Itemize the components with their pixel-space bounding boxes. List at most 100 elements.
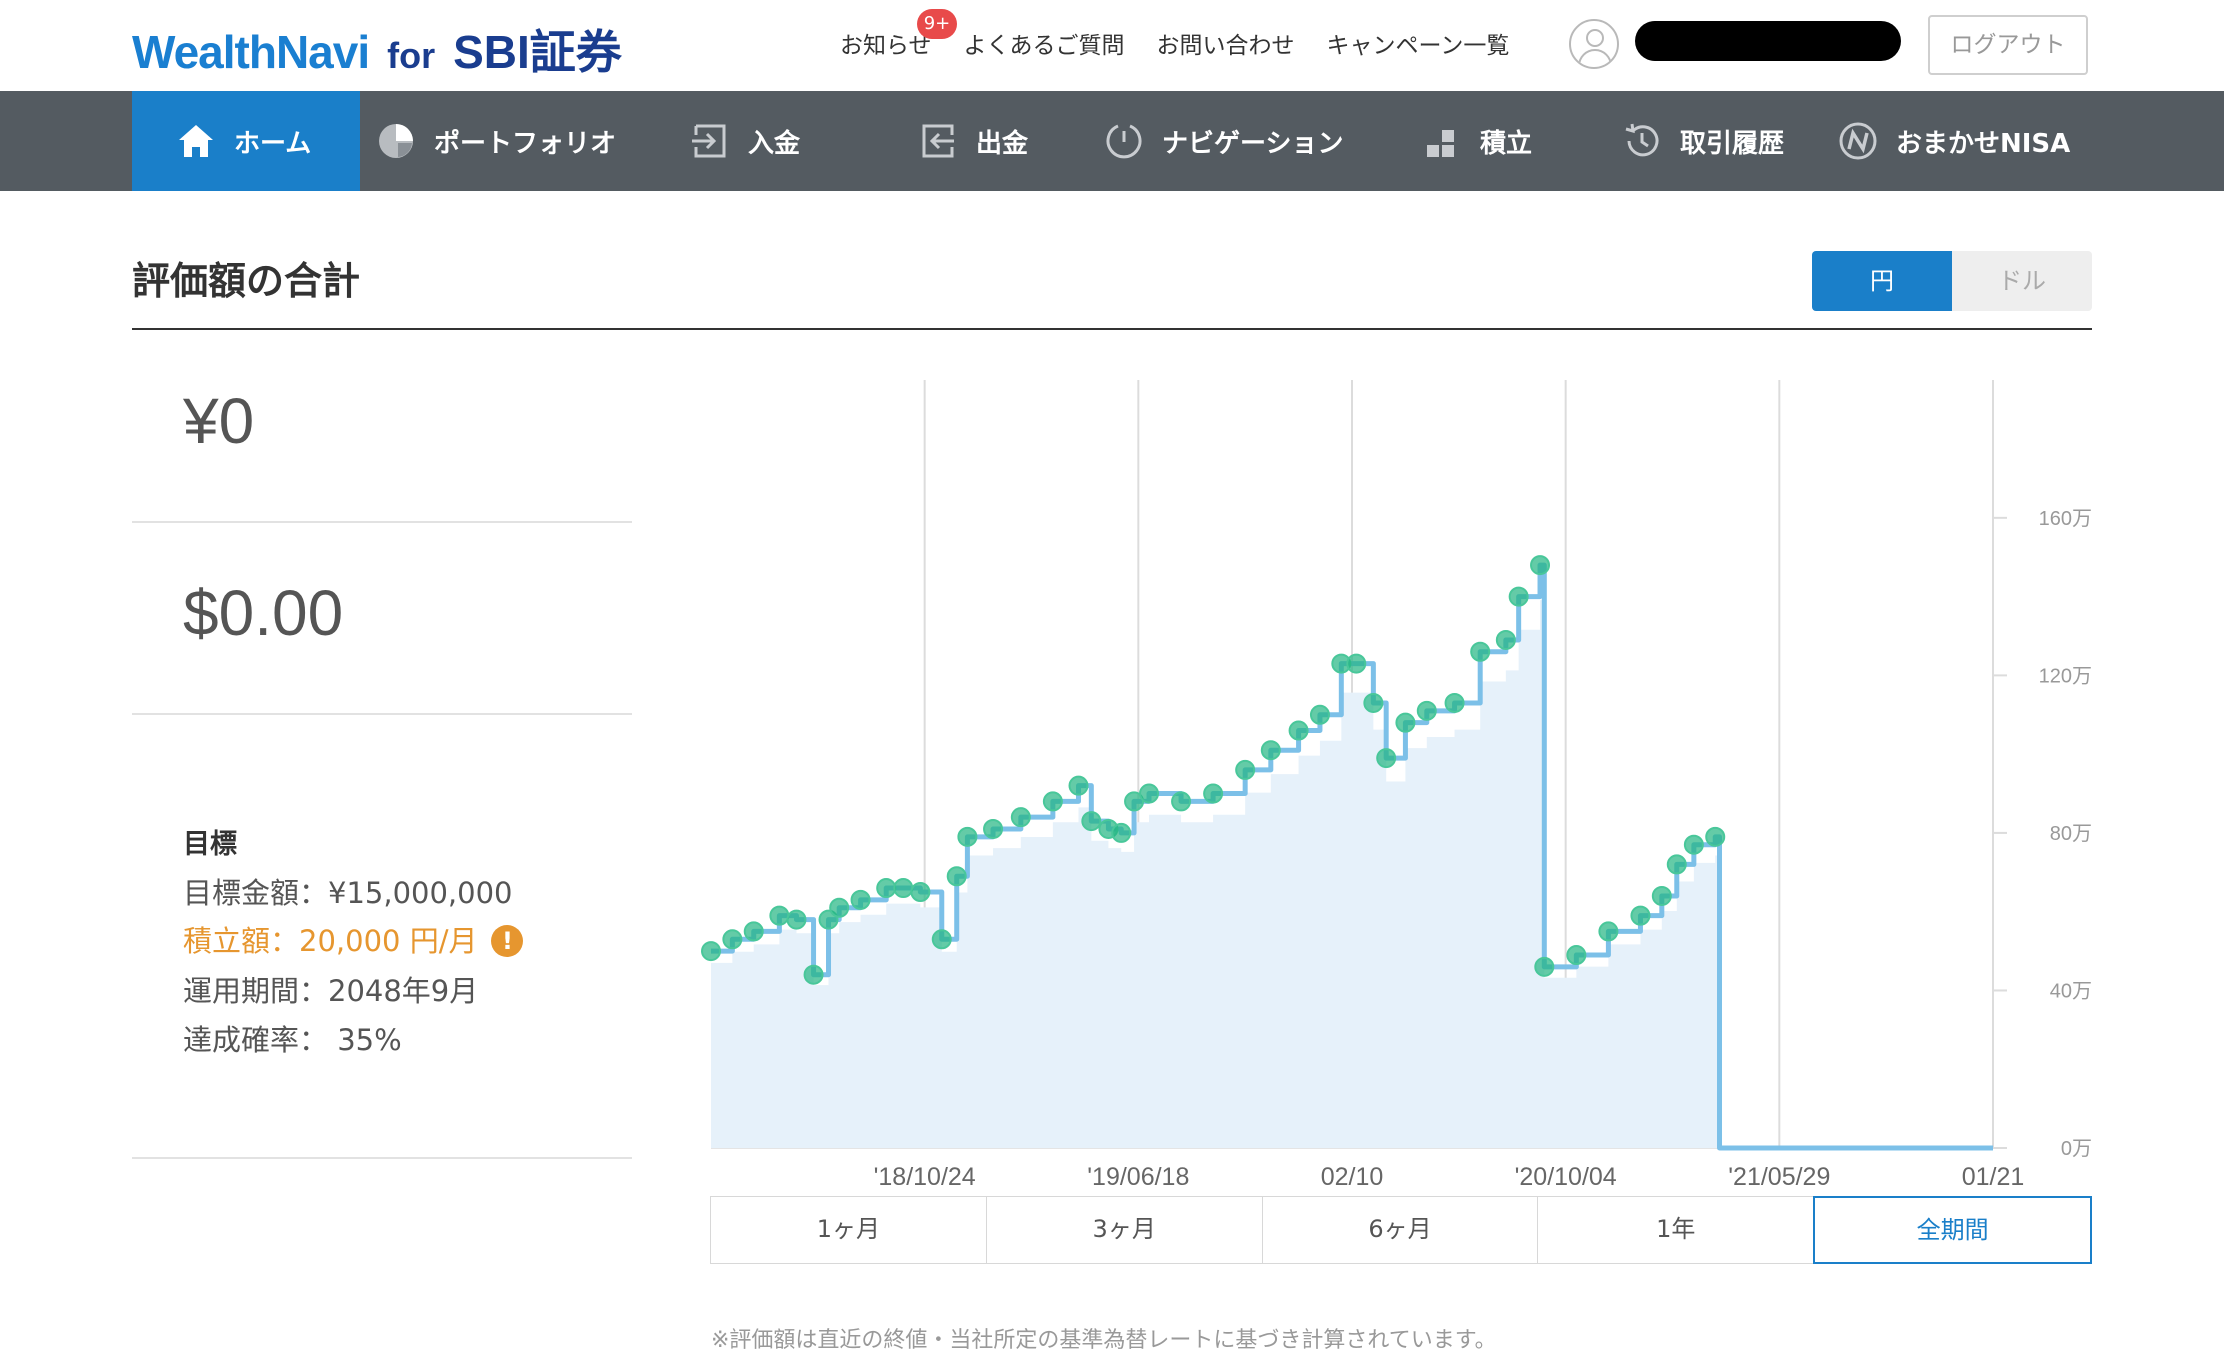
nav-label-history: 取引履歴	[1680, 128, 1785, 159]
data-point-marker	[1666, 854, 1687, 875]
pie-chart-icon	[376, 121, 416, 161]
nav-item-nisa[interactable]: おまかせNISA	[1838, 91, 2070, 191]
data-point-marker	[1566, 945, 1587, 966]
nav-item-history[interactable]: 取引履歴	[1622, 91, 1784, 191]
data-point-marker	[803, 964, 824, 985]
data-point-marker	[829, 897, 850, 918]
nav-item-tsumitate[interactable]: 積立	[1422, 91, 1532, 191]
data-point-marker	[1309, 704, 1330, 725]
data-point-marker	[1081, 811, 1102, 832]
data-point-marker	[1346, 653, 1367, 674]
link-contact[interactable]: お問い合わせ	[1157, 26, 1295, 60]
data-point-marker	[818, 909, 839, 930]
data-point-marker	[946, 866, 967, 887]
total-value-yen: ¥0	[183, 385, 255, 457]
period-all-button[interactable]: 全期間	[1813, 1196, 2092, 1264]
nisa-icon	[1838, 121, 1878, 161]
data-point-marker	[1508, 586, 1529, 607]
y-tick-label: 80万	[2050, 823, 2092, 845]
goal-title: 目標	[183, 829, 237, 860]
nav-label-navigation: ナビゲーション	[1162, 128, 1344, 159]
data-point-marker	[722, 929, 743, 950]
history-icon	[1622, 121, 1662, 161]
y-tick-label: 160万	[2039, 508, 2092, 530]
data-point-marker	[983, 818, 1004, 839]
data-point-marker	[876, 878, 897, 899]
total-value-usd: $0.00	[183, 577, 344, 649]
nav-label-tsumitate: 積立	[1480, 128, 1533, 159]
goal-target-amount: 目標金額：¥15,000,000	[183, 876, 513, 910]
currency-yen-button[interactable]: 円	[1812, 251, 1952, 311]
logo-wealthnavi: WealthNavi	[132, 26, 370, 78]
avatar-icon[interactable]	[1569, 19, 1619, 69]
data-point-marker	[1171, 791, 1192, 812]
goal-period: 運用期間：2048年9月	[183, 974, 479, 1008]
divider	[132, 1157, 632, 1159]
redacted-username	[1635, 21, 1901, 61]
warning-icon[interactable]: !	[491, 925, 524, 957]
y-tick-label: 40万	[2050, 980, 2092, 1002]
chart-area	[711, 600, 1993, 1148]
data-point-marker	[1444, 692, 1465, 713]
data-point-marker	[1260, 740, 1281, 761]
data-point-marker	[1042, 791, 1063, 812]
data-point-marker	[1288, 720, 1309, 741]
logo[interactable]: WealthNavi for SBI証券	[132, 16, 622, 78]
data-point-marker	[743, 921, 764, 942]
data-point-marker	[1530, 555, 1551, 576]
nav-item-withdraw[interactable]: 出金	[918, 91, 1028, 191]
data-point-marker	[1683, 834, 1704, 855]
data-point-marker	[701, 941, 721, 962]
period-1-month-button[interactable]: 1ヶ月	[710, 1196, 987, 1264]
value-chart: '18/10/24 '19/06/18 02/10 '20/10/04 '21/05/2…	[701, 380, 2092, 1191]
logout-button[interactable]: ログアウト	[1928, 15, 2088, 75]
goal-probability: 達成確率： 35%	[183, 1023, 402, 1057]
x-tick-label: '19/06/18	[1087, 1163, 1189, 1191]
y-tick-label: 120万	[2039, 665, 2092, 687]
y-tick-label: 0万	[2061, 1138, 2092, 1160]
data-point-marker	[1395, 712, 1416, 733]
data-point-marker	[1098, 818, 1119, 839]
title-divider	[132, 328, 2092, 330]
x-tick-label: '20/10/04	[1515, 1163, 1617, 1191]
data-point-marker	[1470, 641, 1491, 662]
link-faq[interactable]: よくあるご質問	[964, 26, 1125, 60]
blocks-icon	[1422, 121, 1462, 161]
period-6-month-button[interactable]: 6ヶ月	[1261, 1196, 1539, 1264]
notification-badge: 9+	[917, 9, 957, 39]
data-point-marker	[1203, 783, 1224, 804]
nav-label-home: ホーム	[234, 128, 312, 159]
footnote: ※評価額は直近の終値・当社所定の基準為替レートに基づき計算されています。	[711, 1328, 1497, 1353]
data-point-marker	[1068, 775, 1089, 796]
nav-label-nisa: おまかせNISA	[1896, 128, 2071, 159]
data-point-marker	[893, 878, 914, 899]
link-campaigns[interactable]: キャンペーン一覧	[1327, 26, 1510, 60]
deposit-icon	[690, 121, 730, 161]
data-point-marker	[1376, 748, 1397, 769]
data-point-marker	[1534, 956, 1555, 977]
logo-for: for	[387, 35, 436, 76]
data-point-marker	[1598, 921, 1619, 942]
divider	[132, 521, 632, 523]
nav-item-deposit[interactable]: 入金	[690, 91, 800, 191]
period-1-year-button[interactable]: 1年	[1537, 1196, 1815, 1264]
data-point-marker	[1235, 759, 1256, 780]
nav-item-home[interactable]: ホーム	[132, 91, 360, 191]
data-point-marker	[1651, 885, 1672, 906]
data-point-marker	[1124, 791, 1145, 812]
nav-item-navigation[interactable]: ナビゲーション	[1104, 91, 1343, 191]
avatar-body	[1578, 49, 1612, 67]
data-point-marker	[1111, 822, 1132, 843]
data-point-marker	[1010, 807, 1031, 828]
nav-label-withdraw: 出金	[976, 128, 1029, 159]
period-3-month-button[interactable]: 3ヶ月	[985, 1196, 1263, 1264]
data-point-marker	[1363, 692, 1384, 713]
top-header: WealthNavi for SBI証券 お知らせ よくあるご質問 お問い合わせ…	[0, 0, 2224, 91]
nav-label-deposit: 入金	[748, 128, 801, 159]
data-point-marker	[910, 882, 931, 902]
avatar-head	[1586, 29, 1604, 47]
currency-dollar-button[interactable]: ドル	[1952, 251, 2092, 311]
navigation-icon	[1104, 121, 1144, 161]
nav-item-portfolio[interactable]: ポートフォリオ	[376, 91, 616, 191]
logo-sbi: SBI証券	[453, 26, 622, 78]
